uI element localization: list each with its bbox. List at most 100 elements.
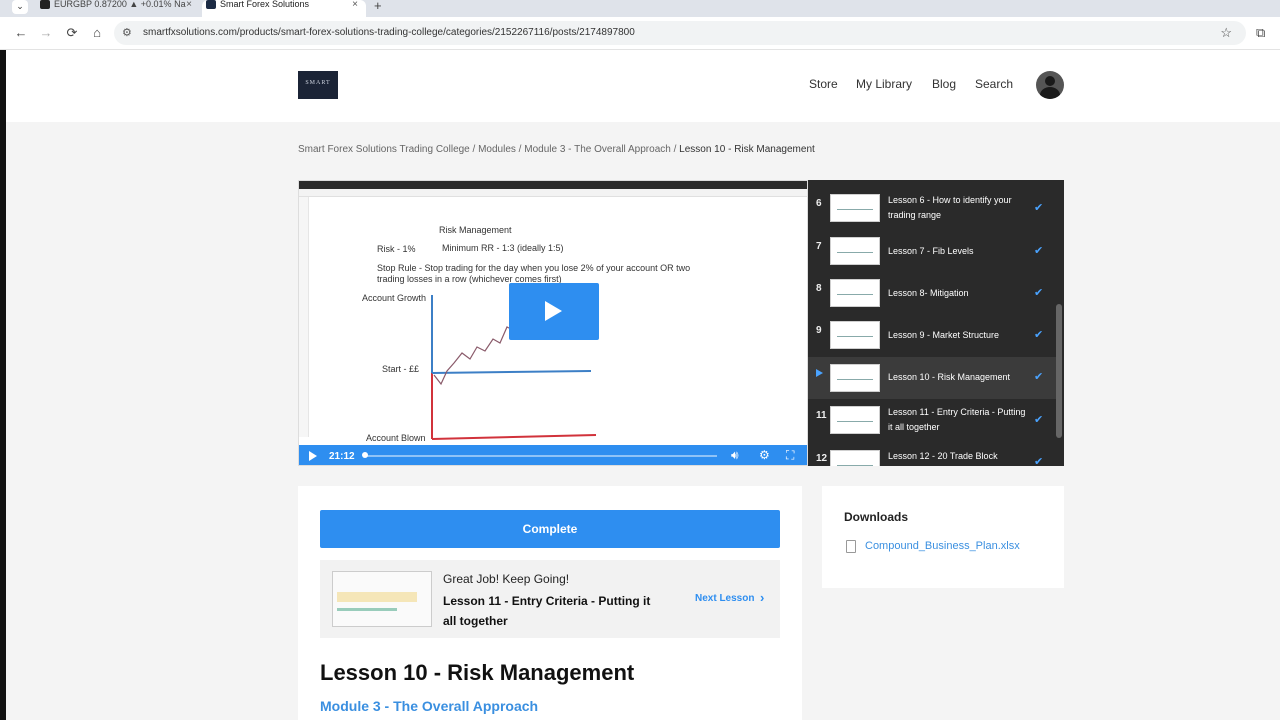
play-icon xyxy=(545,301,562,321)
completed-check-icon: ✔ xyxy=(1034,329,1044,341)
browser-tab-smart-forex[interactable]: Smart Forex Solutions × xyxy=(202,0,366,17)
next-lesson-box[interactable]: Great Job! Keep Going! Lesson 11 - Entry… xyxy=(320,560,780,638)
playlist-thumbnail xyxy=(830,279,880,307)
lesson-card: Complete Great Job! Keep Going! Lesson 1… xyxy=(298,486,802,720)
avatar-body-icon xyxy=(1040,87,1060,99)
close-tab-icon[interactable]: × xyxy=(352,0,358,10)
video-time: 21:12 xyxy=(329,451,355,462)
settings-gear-icon[interactable]: ⚙ xyxy=(759,448,770,462)
playlist-thumbnail xyxy=(830,406,880,434)
avatar-head-icon xyxy=(1045,76,1055,86)
playlist-item[interactable]: 8 Lesson 8- Mitigation ✔ xyxy=(808,272,1056,314)
browser-tab-eurgbp[interactable]: EURGBP 0.87200 ▲ +0.01% Na × xyxy=(36,0,200,17)
playlist-item-number: 7 xyxy=(816,241,822,252)
playlist-item[interactable]: 11 Lesson 11 - Entry Criteria - Putting … xyxy=(808,399,1056,441)
video-player[interactable]: Risk Management Risk - 1% Minimum RR - 1… xyxy=(298,180,808,466)
playlist-item[interactable]: 7 Lesson 7 - Fib Levels ✔ xyxy=(808,230,1056,272)
completed-check-icon: ✔ xyxy=(1034,414,1044,426)
playlist-scrollbar[interactable] xyxy=(1056,304,1062,438)
user-avatar[interactable] xyxy=(1036,71,1064,99)
breadcrumb-college[interactable]: Smart Forex Solutions Trading College xyxy=(298,144,470,155)
playlist-thumbnail xyxy=(830,194,880,222)
playlist-item-title: Lesson 12 - 20 Trade Block xyxy=(888,451,998,461)
playlist-item-number: 8 xyxy=(816,283,822,294)
breadcrumb-separator: / xyxy=(469,144,479,155)
playlist-thumbnail xyxy=(830,364,880,392)
forward-icon[interactable]: → xyxy=(38,25,54,41)
new-tab-button[interactable]: + xyxy=(374,0,382,13)
breadcrumb-separator: / xyxy=(515,144,525,155)
site-header: SMART Store My Library Blog Search xyxy=(6,50,1280,122)
tab-title: EURGBP 0.87200 ▲ +0.01% Na xyxy=(54,0,186,9)
downloads-title: Downloads xyxy=(844,510,909,524)
breadcrumb-modules[interactable]: Modules xyxy=(478,144,516,155)
downloads-card: Downloads Compound_Business_Plan.xlsx xyxy=(822,486,1064,588)
playlist-item-title: Lesson 11 - Entry Criteria - Putting it … xyxy=(888,407,1026,432)
completed-check-icon: ✔ xyxy=(1034,287,1044,299)
reload-icon[interactable]: ⟳ xyxy=(64,25,80,41)
next-lesson-thumbnail[interactable] xyxy=(332,571,432,627)
extensions-icon[interactable]: ⧉ xyxy=(1256,25,1265,41)
tab-menu-icon[interactable]: ⌄ xyxy=(12,0,28,14)
url-text[interactable]: smartfxsolutions.com/products/smart-fore… xyxy=(143,27,635,38)
breadcrumb-module-3[interactable]: Module 3 - The Overall Approach xyxy=(524,144,671,155)
chevron-right-icon[interactable]: › xyxy=(760,590,764,605)
playlist-item-title: Lesson 10 - Risk Management xyxy=(888,372,1011,382)
home-icon[interactable]: ⌂ xyxy=(89,25,105,41)
video-controls: 21:12 🔊︎ ⚙ ⛶ xyxy=(299,445,807,465)
playlist-item-number: 6 xyxy=(816,198,822,209)
site-logo[interactable]: SMART xyxy=(298,71,338,99)
lesson-playlist: 6 Lesson 6 - How to identify your tradin… xyxy=(808,180,1064,466)
nav-blog[interactable]: Blog xyxy=(932,77,956,91)
playlist-item-current[interactable]: Lesson 10 - Risk Management ✔ xyxy=(808,357,1056,399)
module-link[interactable]: Module 3 - The Overall Approach xyxy=(320,698,538,714)
next-lesson-title[interactable]: Lesson 11 - Entry Criteria - Putting it … xyxy=(443,591,663,631)
playlist-thumbnail xyxy=(830,321,880,349)
video-progress-track[interactable] xyxy=(363,455,717,457)
volume-icon[interactable]: 🔊︎ xyxy=(731,448,739,463)
nav-store[interactable]: Store xyxy=(809,77,838,91)
completed-check-icon: ✔ xyxy=(1034,202,1044,214)
window-edge xyxy=(0,50,6,720)
breadcrumb: Smart Forex Solutions Trading College / … xyxy=(298,144,815,155)
close-tab-icon[interactable]: × xyxy=(186,0,192,10)
playlist-item[interactable]: 9 Lesson 9 - Market Structure ✔ xyxy=(808,314,1056,356)
playlist-item-title: Lesson 6 - How to identify your trading … xyxy=(888,195,1012,220)
completed-check-icon: ✔ xyxy=(1034,456,1044,466)
file-icon xyxy=(846,540,856,553)
nav-search[interactable]: Search xyxy=(975,77,1013,91)
video-progress-handle[interactable] xyxy=(362,452,368,458)
video-play-button[interactable] xyxy=(509,283,599,340)
nav-my-library[interactable]: My Library xyxy=(856,77,912,91)
playlist-item-number: 9 xyxy=(816,325,822,336)
address-bar[interactable]: ⚙ smartfxsolutions.com/products/smart-fo… xyxy=(114,21,1246,45)
breadcrumb-separator: / xyxy=(670,144,680,155)
playlist-item[interactable]: 6 Lesson 6 - How to identify your tradin… xyxy=(808,187,1056,229)
playlist-thumbnail xyxy=(830,237,880,265)
bookmark-star-icon[interactable]: ☆ xyxy=(1220,25,1232,41)
back-icon[interactable]: ← xyxy=(13,25,29,41)
next-lesson-link[interactable]: Next Lesson xyxy=(695,593,754,604)
playlist-item[interactable]: 12 Lesson 12 - 20 Trade Block ✔ xyxy=(808,443,1056,466)
site-info-icon[interactable]: ⚙ xyxy=(122,26,132,39)
playlist-item-title: Lesson 7 - Fib Levels xyxy=(888,246,974,256)
play-icon[interactable] xyxy=(309,451,317,461)
complete-button[interactable]: Complete xyxy=(320,510,780,548)
playlist-thumbnail xyxy=(830,450,880,466)
page-title: Lesson 10 - Risk Management xyxy=(320,660,635,685)
browser-tab-bar: ⌄ EURGBP 0.87200 ▲ +0.01% Na × Smart For… xyxy=(0,0,1280,17)
browser-toolbar: ← → ⟳ ⌂ ⚙ smartfxsolutions.com/products/… xyxy=(0,17,1280,50)
tab-title: Smart Forex Solutions xyxy=(220,0,310,9)
playlist-item-number: 11 xyxy=(816,410,827,421)
playlist-item-number: 12 xyxy=(816,453,828,464)
playlist-item-title: Lesson 8- Mitigation xyxy=(888,288,969,298)
now-playing-icon xyxy=(816,369,823,377)
download-file-link[interactable]: Compound_Business_Plan.xlsx xyxy=(865,540,1020,552)
tradingview-favicon-icon xyxy=(40,0,50,9)
completed-check-icon: ✔ xyxy=(1034,371,1044,383)
playlist-item-title: Lesson 9 - Market Structure xyxy=(888,330,1000,340)
smart-forex-favicon-icon xyxy=(206,0,216,9)
next-lesson-greeting: Great Job! Keep Going! xyxy=(443,572,570,586)
fullscreen-icon[interactable]: ⛶ xyxy=(786,448,794,463)
breadcrumb-current: Lesson 10 - Risk Management xyxy=(679,144,815,155)
